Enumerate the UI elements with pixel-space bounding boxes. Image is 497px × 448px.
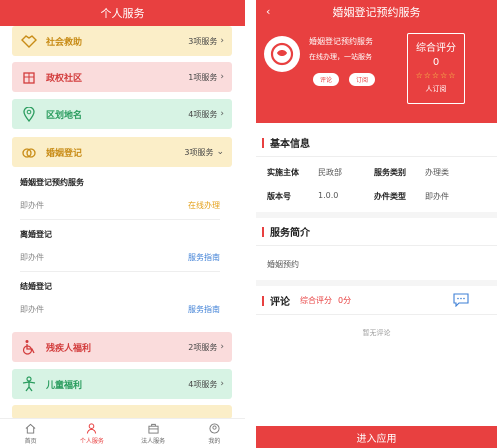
service-name: 婚姻登记预约服务	[309, 37, 373, 46]
chevron-right-icon: ›	[220, 342, 224, 352]
service-item-divorce-registration[interactable]: 离婚登记 即办件 服务指南	[20, 229, 220, 272]
divider	[256, 156, 497, 157]
basic-info-section: 基本信息	[256, 135, 497, 150]
section-separator	[256, 280, 497, 286]
service-type: 即办件	[20, 305, 44, 314]
category-community[interactable]: 政权社区 1项服务 ›	[12, 62, 232, 92]
service-header-card: ‹ 婚姻登记预约服务 婚姻登记预约服务 在线办理，一站服务 评论 订阅 综合评分…	[256, 0, 497, 123]
service-intro-section: 服务简介	[256, 224, 497, 239]
enter-app-button[interactable]: 进入应用	[256, 426, 497, 448]
category-child-welfare[interactable]: 儿童福利 4项服务 ›	[12, 369, 232, 399]
service-logo-icon	[264, 36, 300, 72]
service-summary: 婚姻登记预约服务 在线办理，一站服务	[309, 36, 373, 62]
rings-icon	[20, 143, 38, 161]
service-type: 即办件	[20, 201, 44, 210]
page-title: 婚姻登记预约服务	[332, 6, 421, 19]
nav-legal-person-services[interactable]: 法人服务	[123, 419, 184, 448]
evaluate-button[interactable]: 评论	[313, 73, 339, 86]
category-count: 1项服务	[188, 72, 218, 82]
service-guide-link[interactable]: 服务指南	[188, 304, 220, 315]
score-value: 0	[432, 57, 440, 68]
score-title: 综合评分	[416, 43, 456, 54]
chevron-down-icon: ⌄	[216, 147, 224, 157]
service-name: 婚姻登记预约服务	[20, 178, 84, 187]
version-value: 1.0.0	[318, 191, 339, 200]
service-intro-text: 婚姻预约	[267, 260, 299, 269]
category-count: 2项服务	[188, 342, 218, 352]
page-title: 个人服务	[0, 0, 245, 26]
subject-value: 民政部	[318, 168, 342, 177]
category-name: 婚姻登记	[46, 148, 83, 159]
category-name: 政权社区	[46, 73, 83, 84]
service-slogan: 在线办理，一站服务	[309, 53, 372, 61]
home-icon	[25, 423, 36, 434]
category-label: 服务类别	[374, 168, 406, 177]
comment-score-label: 综合评分	[300, 296, 332, 305]
chevron-right-icon: ›	[220, 36, 224, 46]
category-count: 4项服务	[188, 109, 218, 119]
divider	[256, 245, 497, 246]
subscriber-count: 人订阅	[425, 85, 447, 93]
header-bar: ‹ 婚姻登记预约服务	[256, 0, 497, 24]
chevron-right-icon: ›	[220, 379, 224, 389]
category-count: 3项服务	[188, 36, 218, 46]
category-disability-welfare[interactable]: 残疾人福利 2项服务 ›	[12, 332, 232, 362]
nav-mine[interactable]: 我的	[184, 419, 245, 448]
category-name: 社会救助	[46, 37, 83, 48]
item-type-label: 办件类型	[374, 192, 406, 201]
subject-label: 实施主体	[267, 168, 299, 177]
briefcase-icon	[148, 423, 159, 434]
wheelchair-icon	[20, 338, 38, 356]
chevron-right-icon: ›	[220, 109, 224, 119]
category-marriage-registration[interactable]: 婚姻登记 3项服务 ⌄	[12, 137, 232, 167]
category-name: 残疾人福利	[46, 343, 92, 354]
online-handle-link[interactable]: 在线办理	[188, 200, 220, 211]
overall-score-box: 综合评分 0 ☆☆☆☆☆ 人订阅	[407, 33, 465, 104]
category-count: 3项服务	[184, 147, 214, 157]
chevron-right-icon: ›	[220, 72, 224, 82]
divider	[20, 271, 220, 272]
divider	[20, 219, 220, 220]
comment-chat-icon[interactable]	[453, 293, 469, 310]
service-item-marriage-appointment[interactable]: 婚姻登记预约服务 即办件 在线办理	[20, 177, 220, 220]
nav-personal-services[interactable]: 个人服务	[61, 419, 122, 448]
subscribe-button[interactable]: 订阅	[349, 73, 375, 86]
category-social-assistance[interactable]: 社会救助 3项服务 ›	[12, 26, 232, 56]
category-place-names[interactable]: 区划地名 4项服务 ›	[12, 99, 232, 129]
service-name: 结婚登记	[20, 282, 52, 291]
no-comment-text: 暂无评论	[362, 329, 391, 337]
child-icon	[20, 375, 38, 393]
handshake-icon	[20, 32, 38, 50]
category-next-partial[interactable]	[12, 405, 232, 419]
personal-services-screen: 个人服务 社会救助 3项服务 › 政权社区 1项服务 › 区划地名 4项服务 ›…	[0, 0, 245, 448]
service-item-marriage-registration[interactable]: 结婚登记 即办件 服务指南	[20, 281, 220, 315]
back-arrow-icon[interactable]: ‹	[266, 5, 270, 18]
item-type-value: 即办件	[425, 192, 449, 201]
building-icon	[20, 68, 38, 86]
category-value: 办理类	[425, 168, 449, 177]
version-label: 版本号	[267, 192, 291, 201]
profile-icon	[209, 422, 220, 434]
comment-score-value: 0分	[338, 296, 352, 305]
section-title: 基本信息	[256, 135, 497, 150]
nav-home[interactable]: 首页	[0, 419, 61, 448]
map-pin-icon	[20, 105, 38, 123]
category-name: 儿童福利	[46, 380, 83, 391]
category-count: 4项服务	[188, 379, 218, 389]
service-name: 离婚登记	[20, 230, 52, 239]
service-detail-screen: ‹ 婚姻登记预约服务 婚姻登记预约服务 在线办理，一站服务 评论 订阅 综合评分…	[256, 0, 497, 448]
section-separator	[256, 212, 497, 218]
category-name: 区划地名	[46, 110, 83, 121]
bottom-nav: 首页 个人服务 法人服务 我的	[0, 418, 245, 448]
divider	[256, 314, 497, 315]
star-rating-icon: ☆☆☆☆☆	[415, 71, 457, 80]
person-icon	[87, 422, 97, 434]
service-type: 即办件	[20, 253, 44, 262]
service-guide-link[interactable]: 服务指南	[188, 252, 220, 263]
section-title: 服务简介	[256, 224, 497, 239]
